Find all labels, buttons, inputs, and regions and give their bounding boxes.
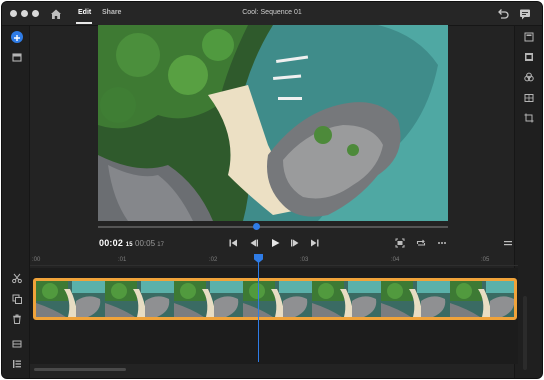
timeline-vertical-scrollbar[interactable] — [523, 296, 527, 370]
step-forward-icon[interactable] — [289, 237, 301, 249]
ruler-label: :03 — [300, 257, 309, 263]
timeline-ruler[interactable]: :00 :01 :02 :03 :04 :05 — [30, 254, 518, 266]
right-toolbar — [514, 26, 542, 378]
ruler-label: :04 — [391, 257, 400, 263]
ruler-label: :00 — [32, 257, 41, 263]
track-height-icon[interactable] — [11, 338, 23, 350]
title-bar: Edit Share Cool: Sequence 01 — [2, 2, 542, 26]
left-toolbar — [2, 26, 30, 378]
color-icon[interactable] — [523, 71, 535, 83]
project-panel-icon[interactable] — [11, 51, 23, 63]
duplicate-icon[interactable] — [11, 293, 23, 305]
total-timecode: 00:05 17 — [135, 239, 164, 248]
comment-icon[interactable] — [518, 7, 532, 21]
sequence-title: Cool: Sequence 01 — [242, 9, 302, 16]
playback-scrubber-handle[interactable] — [253, 223, 260, 230]
current-time-text: 00:02 — [99, 238, 124, 248]
audio-icon[interactable] — [523, 92, 535, 104]
play-icon[interactable] — [269, 237, 281, 249]
video-preview — [98, 25, 448, 221]
trash-icon[interactable] — [11, 313, 23, 325]
current-frames-text: 15 — [125, 242, 133, 248]
ruler-label: :01 — [118, 257, 127, 263]
current-timecode: 00:02 15 — [99, 238, 133, 248]
loop-icon[interactable] — [415, 237, 427, 249]
track-options-icon[interactable] — [11, 358, 23, 370]
timeline-playhead-line[interactable] — [258, 260, 259, 362]
more-options-icon[interactable] — [436, 237, 448, 249]
playback-scrubber-track[interactable] — [98, 226, 448, 228]
step-back-icon[interactable] — [248, 237, 260, 249]
hamburger-menu-icon[interactable] — [502, 237, 514, 249]
fit-frame-icon[interactable] — [394, 237, 406, 249]
add-media-button[interactable] — [11, 31, 23, 43]
timeline-horizontal-scrollbar[interactable] — [34, 368, 126, 371]
total-time-text: 00:05 — [135, 239, 156, 248]
filmstrip-icon[interactable] — [523, 51, 535, 63]
app-window: Edit Share Cool: Sequence 01 00:02 15 00… — [1, 1, 543, 379]
ruler-label: :02 — [209, 257, 218, 263]
video-frame-image — [98, 25, 448, 221]
active-tab-indicator — [76, 22, 92, 24]
clip-thumbnails — [36, 281, 514, 317]
add-media-icon — [14, 35, 20, 41]
transform-icon[interactable] — [523, 112, 535, 124]
undo-icon[interactable] — [496, 7, 510, 21]
title-panel-icon[interactable] — [523, 31, 535, 43]
split-scissors-icon[interactable] — [11, 272, 23, 284]
video-clip[interactable] — [33, 278, 517, 320]
go-to-start-icon[interactable] — [227, 237, 239, 249]
ruler-label: :05 — [481, 257, 490, 263]
go-to-end-icon[interactable] — [309, 237, 321, 249]
total-frames-text: 17 — [157, 242, 164, 248]
